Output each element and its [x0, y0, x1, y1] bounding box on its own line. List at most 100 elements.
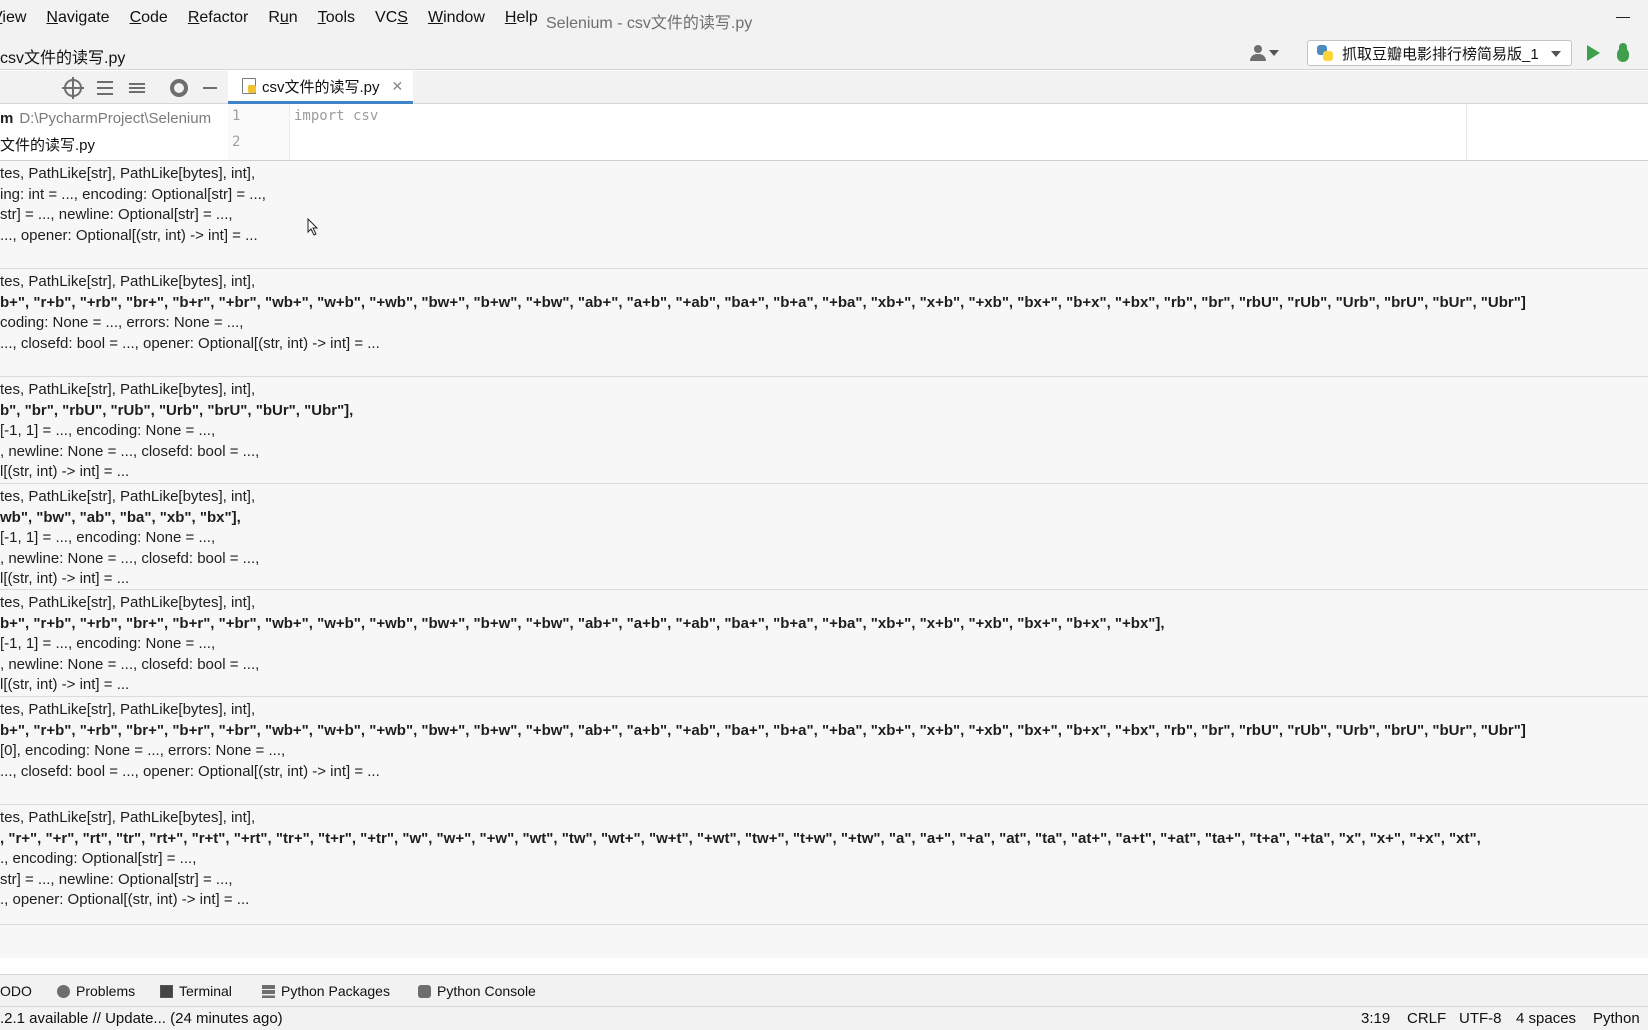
- breadcrumb[interactable]: csv文件的读写.py: [0, 44, 125, 68]
- problems-tab-label: Problems: [76, 983, 136, 999]
- mouse-cursor-icon: [307, 218, 319, 236]
- run-icon[interactable]: [1587, 45, 1600, 61]
- signature-line: tes, PathLike[str], PathLike[bytes], int…: [0, 488, 256, 505]
- signature-line: ing: int = ..., encoding: Optional[str] …: [0, 185, 266, 203]
- signature-line: l[(str, int) -> int] = ...: [0, 676, 130, 693]
- file-encoding[interactable]: UTF-8: [1459, 1010, 1502, 1027]
- signature-line: ..., closefd: bool = ..., opener: Option…: [0, 762, 380, 780]
- signature-block: tes, PathLike[str], PathLike[bytes], int…: [0, 377, 1648, 484]
- interpreter[interactable]: Python: [1593, 1010, 1640, 1027]
- python-console-icon: [418, 984, 431, 998]
- tool-window-bar: ODO Problems Terminal Python Packages Py…: [0, 974, 1648, 1006]
- signature-line: ..., opener: Optional[(str, int) -> int]…: [0, 226, 258, 244]
- todo-tab[interactable]: ODO: [0, 983, 32, 999]
- signature-line: tes, PathLike[str], PathLike[bytes], int…: [0, 273, 256, 290]
- signature-line: tes, PathLike[str], PathLike[bytes], int…: [0, 594, 256, 611]
- expand-all-icon[interactable]: [96, 79, 114, 97]
- signature-highlighted-param: b+", "r+b", "+rb", "br+", "b+r", "+br", …: [0, 614, 1165, 632]
- editor-tab-bar: csv文件的读写.py ✕: [228, 71, 1648, 104]
- collapse-all-icon[interactable]: [128, 79, 146, 97]
- line-separator[interactable]: CRLF: [1407, 1010, 1446, 1027]
- menu-refactor[interactable]: Refactor: [188, 9, 248, 27]
- hide-icon[interactable]: [203, 87, 217, 89]
- line-number: 1: [232, 108, 241, 124]
- signature-highlighted-param: b+", "r+b", "+rb", "br+", "b+r", "+br", …: [0, 721, 1526, 739]
- terminal-tab[interactable]: Terminal: [160, 983, 232, 999]
- menu-navigate[interactable]: Navigate: [46, 9, 109, 27]
- code-line[interactable]: import csv: [294, 108, 378, 124]
- python-console-tab[interactable]: Python Console: [418, 983, 536, 999]
- vcs-user-menu[interactable]: [1250, 43, 1284, 63]
- signature-block: tes, PathLike[str], PathLike[bytes], int…: [0, 484, 1648, 590]
- user-icon: [1250, 45, 1266, 61]
- tree-file[interactable]: 文件的读写.py: [0, 134, 95, 155]
- project-tree: m D:\PycharmProject\Selenium 文件的读写.py: [0, 104, 228, 160]
- editor-tab[interactable]: csv文件的读写.py ✕: [228, 71, 413, 104]
- menu-vcs[interactable]: VCS: [375, 9, 408, 27]
- signature-block: tes, PathLike[str], PathLike[bytes], int…: [0, 805, 1648, 925]
- signature-line: tes, PathLike[str], PathLike[bytes], int…: [0, 809, 256, 826]
- menu-tools[interactable]: Tools: [318, 9, 355, 27]
- signature-line: l[(str, int) -> int] = ...: [0, 570, 130, 587]
- signature-block: tes, PathLike[str], PathLike[bytes], int…: [0, 269, 1648, 377]
- editor-tab-label: csv文件的读写.py: [262, 78, 380, 96]
- signature-line: ., opener: Optional[(str, int) -> int] =…: [0, 891, 250, 908]
- line-gutter: 1 2: [228, 104, 290, 160]
- menu-view[interactable]: View: [0, 9, 26, 27]
- signature-line: tes, PathLike[str], PathLike[bytes], int…: [0, 165, 256, 182]
- python-console-tab-label: Python Console: [437, 983, 536, 999]
- signature-highlighted-param: b", "br", "rbU", "rUb", "Urb", "brU", "b…: [0, 401, 354, 419]
- run-configuration-label: 抓取豆瓣电影排行榜简易版_1: [1342, 45, 1539, 63]
- code-editor[interactable]: 1 2 import csv: [228, 104, 1648, 160]
- python-icon: [1316, 44, 1334, 62]
- menu-run[interactable]: Run: [268, 9, 297, 27]
- terminal-tab-label: Terminal: [179, 983, 232, 999]
- tree-root-path: D:\PycharmProject\Selenium: [19, 110, 212, 127]
- python-packages-tab-label: Python Packages: [281, 983, 390, 999]
- tree-root-name: m: [0, 110, 14, 127]
- right-margin-guide: [1466, 104, 1467, 160]
- signature-line: ., encoding: Optional[str] = ...,: [0, 850, 197, 867]
- signature-line: tes, PathLike[str], PathLike[bytes], int…: [0, 701, 256, 718]
- window-title: Selenium - csv文件的读写.py: [546, 15, 753, 32]
- signature-line: , newline: None = ..., closefd: bool = .…: [0, 442, 260, 460]
- todo-tab-label: ODO: [0, 983, 32, 999]
- minimize-window-button[interactable]: [1616, 17, 1630, 18]
- signature-line: [-1, 1] = ..., encoding: None = ...,: [0, 635, 216, 652]
- problems-icon: [57, 984, 70, 998]
- menu-bar: View Navigate Code Refactor Run Tools VCS Windo…: [0, 0, 1648, 36]
- signature-line: [-1, 1] = ..., encoding: None = ...,: [0, 529, 216, 546]
- indent-setting[interactable]: 4 spaces: [1516, 1010, 1576, 1027]
- status-bar: .2.1 available // Update... (24 minutes …: [0, 1006, 1648, 1030]
- status-message[interactable]: .2.1 available // Update... (24 minutes …: [0, 1010, 283, 1027]
- menu-code[interactable]: Code: [130, 9, 168, 27]
- signature-line: coding: None = ..., errors: None = ...,: [0, 314, 244, 331]
- signature-line: str] = ..., newline: Optional[str] = ...…: [0, 206, 233, 223]
- signature-line: [-1, 1] = ..., encoding: None = ...,: [0, 422, 216, 439]
- signature-block: tes, PathLike[str], PathLike[bytes], int…: [0, 697, 1648, 805]
- close-icon[interactable]: ✕: [392, 78, 404, 95]
- packages-icon: [262, 984, 275, 998]
- menu-window[interactable]: Window: [428, 9, 485, 27]
- locate-icon[interactable]: [62, 77, 84, 99]
- project-toolwindow-header: [0, 71, 228, 104]
- signature-line: str] = ..., newline: Optional[str] = ...…: [0, 870, 233, 888]
- problems-tab[interactable]: Problems: [57, 983, 135, 999]
- signature-line: ..., closefd: bool = ..., opener: Option…: [0, 334, 380, 352]
- signature-block: tes, PathLike[str], PathLike[bytes], int…: [0, 590, 1648, 697]
- line-number: 2: [232, 134, 241, 150]
- menu-help[interactable]: Help: [505, 9, 538, 27]
- gear-icon[interactable]: [170, 79, 188, 97]
- run-configuration-select[interactable]: 抓取豆瓣电影排行榜简易版_1: [1307, 40, 1572, 66]
- signature-highlighted-param: , "r+", "+r", "rt", "tr", "rt+", "r+t", …: [0, 829, 1481, 847]
- signature-highlighted-param: b+", "r+b", "+rb", "br+", "b+r", "+br", …: [0, 293, 1526, 311]
- signature-block: tes, PathLike[str], PathLike[bytes], int…: [0, 161, 1648, 269]
- debug-icon[interactable]: [1614, 43, 1632, 63]
- python-file-icon: [242, 78, 256, 94]
- python-packages-tab[interactable]: Python Packages: [262, 983, 390, 999]
- tree-root[interactable]: m D:\PycharmProject\Selenium: [0, 110, 211, 127]
- caret-position[interactable]: 3:19: [1361, 1010, 1390, 1027]
- chevron-down-icon: [1551, 51, 1561, 57]
- signature-line: , newline: None = ..., closefd: bool = .…: [0, 549, 260, 567]
- signature-line: l[(str, int) -> int] = ...: [0, 463, 130, 480]
